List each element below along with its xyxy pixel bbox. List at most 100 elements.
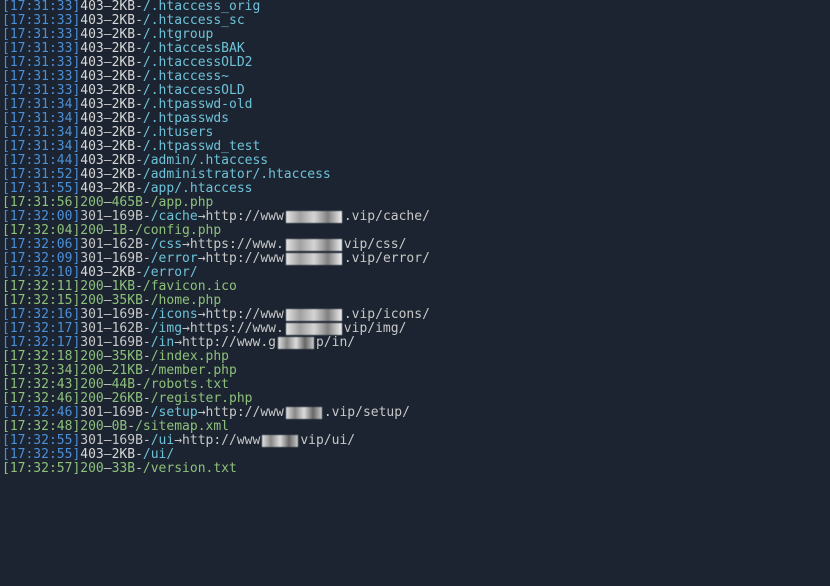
dash-sep: - [135, 28, 143, 42]
timestamp: [17:32:46] [2, 406, 80, 420]
timestamp: [17:32:17] [2, 322, 80, 336]
redirect-url-suffix: p/in/ [316, 336, 355, 350]
timestamp: [17:31:33] [2, 28, 80, 42]
output-line: [17:31:33] 403 – 2KB - /.htaccessOLD [2, 84, 828, 98]
http-status: 200 [80, 280, 103, 294]
path: /favicon.ico [143, 280, 237, 294]
path: /.htaccess~ [143, 70, 229, 84]
dash-sep: - [135, 70, 143, 84]
timestamp: [17:31:33] [2, 0, 80, 14]
response-size: 2KB [112, 56, 135, 70]
timestamp: [17:31:34] [2, 98, 80, 112]
http-status: 301 [80, 210, 103, 224]
dash-sep: - [135, 112, 143, 126]
output-line: [17:31:33] 403 – 2KB - /.htaccess_orig [2, 0, 828, 14]
response-size: 26KB [112, 392, 143, 406]
response-size: 2KB [112, 154, 135, 168]
output-line: [17:32:17] 301 – 169B - /in → http://www… [2, 336, 828, 350]
response-size: 33B [112, 462, 135, 476]
dash-sep: – [104, 140, 112, 154]
http-status: 403 [80, 182, 103, 196]
response-size: 2KB [112, 42, 135, 56]
redacted-blur [286, 323, 342, 335]
dash-sep: - [143, 252, 151, 266]
output-line: [17:32:06] 301 – 162B - /css → https://w… [2, 238, 828, 252]
output-line: [17:32:48] 200 – 0B - /sitemap.xml [2, 420, 828, 434]
http-status: 403 [80, 168, 103, 182]
http-status: 200 [80, 462, 103, 476]
http-status: 301 [80, 336, 103, 350]
dash-sep: - [135, 182, 143, 196]
dash-sep: – [104, 238, 112, 252]
redirect-url-prefix: http://www.g [182, 336, 276, 350]
timestamp: [17:32:43] [2, 378, 80, 392]
dash-sep: - [135, 462, 143, 476]
path: /config.php [135, 224, 221, 238]
response-size: 169B [112, 406, 143, 420]
output-line: [17:32:17] 301 – 162B - /img → https://w… [2, 322, 828, 336]
dash-sep: - [127, 420, 135, 434]
redirect-arrow-icon: → [174, 434, 182, 448]
redacted-blur [262, 435, 298, 447]
http-status: 200 [80, 224, 103, 238]
redirect-arrow-icon: → [198, 308, 206, 322]
response-size: 2KB [112, 266, 135, 280]
response-size: 2KB [112, 98, 135, 112]
path: /.htaccessOLD2 [143, 56, 253, 70]
timestamp: [17:32:17] [2, 336, 80, 350]
dash-sep: – [104, 42, 112, 56]
dash-sep: - [135, 0, 143, 14]
output-line: [17:31:55] 403 – 2KB - /app/.htaccess [2, 182, 828, 196]
redirect-url-suffix: .vip/cache/ [344, 210, 430, 224]
http-status: 301 [80, 406, 103, 420]
path: /.htaccess_sc [143, 14, 245, 28]
dash-sep: - [135, 14, 143, 28]
timestamp: [17:31:44] [2, 154, 80, 168]
path: /.htaccessBAK [143, 42, 245, 56]
dash-sep: - [135, 168, 143, 182]
http-status: 403 [80, 28, 103, 42]
dash-sep: - [143, 308, 151, 322]
dash-sep: - [135, 56, 143, 70]
dash-sep: - [143, 406, 151, 420]
redacted-blur [286, 309, 342, 321]
timestamp: [17:31:34] [2, 112, 80, 126]
output-line: [17:31:33] 403 – 2KB - /.htaccess~ [2, 70, 828, 84]
response-size: 1B [112, 224, 128, 238]
redirect-url-prefix: http://www [206, 308, 284, 322]
redacted-blur [278, 337, 314, 349]
output-line: [17:31:34] 403 – 2KB - /.htpasswd-old [2, 98, 828, 112]
redacted-blur [286, 253, 342, 265]
timestamp: [17:32:09] [2, 252, 80, 266]
dash-sep: – [104, 56, 112, 70]
dash-sep: - [143, 434, 151, 448]
path: /cache [151, 210, 198, 224]
path: /app/.htaccess [143, 182, 253, 196]
http-status: 403 [80, 154, 103, 168]
output-line: [17:31:33] 403 – 2KB - /.htgroup [2, 28, 828, 42]
timestamp: [17:31:33] [2, 84, 80, 98]
path: /app.php [151, 196, 214, 210]
dash-sep: - [135, 98, 143, 112]
dash-sep: – [104, 210, 112, 224]
response-size: 2KB [112, 112, 135, 126]
output-line: [17:32:09] 301 – 169B - /error → http://… [2, 252, 828, 266]
path: /index.php [151, 350, 229, 364]
dash-sep: – [104, 448, 112, 462]
path: /icons [151, 308, 198, 322]
dash-sep: - [143, 322, 151, 336]
path: /register.php [151, 392, 253, 406]
output-line: [17:31:34] 403 – 2KB - /.htpasswds [2, 112, 828, 126]
response-size: 2KB [112, 70, 135, 84]
dash-sep: – [104, 378, 112, 392]
dash-sep: – [104, 350, 112, 364]
http-status: 403 [80, 14, 103, 28]
dash-sep: – [104, 224, 112, 238]
output-line: [17:32:18] 200 – 35KB - /index.php [2, 350, 828, 364]
dash-sep: - [143, 364, 151, 378]
path: /.htaccess_orig [143, 0, 260, 14]
dash-sep: - [143, 294, 151, 308]
path: /error/ [143, 266, 198, 280]
http-status: 200 [80, 196, 103, 210]
output-line: [17:31:34] 403 – 2KB - /.htusers [2, 126, 828, 140]
